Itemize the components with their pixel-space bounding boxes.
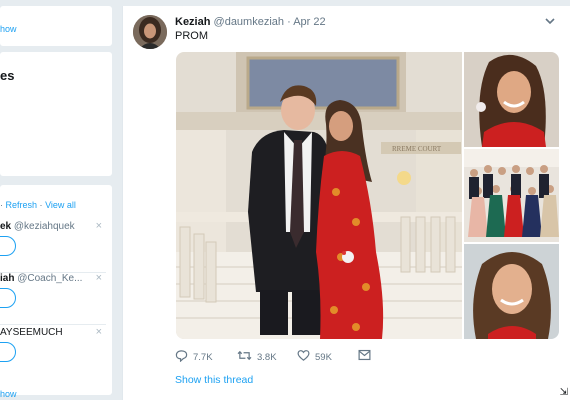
show-more-link[interactable]: how: [0, 24, 17, 34]
suggestion-name[interactable]: AYSEEMUCH: [0, 327, 63, 338]
dismiss-close-icon[interactable]: ×: [96, 326, 102, 338]
message-button[interactable]: [358, 349, 371, 364]
trends-card: es: [0, 52, 112, 176]
suggestion-name[interactable]: ek @keziahquek: [0, 221, 75, 232]
tweet-card[interactable]: Keziah @daumkeziah · Apr 22 PROM RREME C…: [122, 6, 570, 400]
photo-middle-right[interactable]: [464, 149, 559, 242]
dismiss-close-icon[interactable]: ×: [96, 220, 102, 232]
refresh-link[interactable]: Refresh: [6, 200, 38, 210]
follow-suggestion: ek @keziahquek ×: [0, 220, 112, 273]
dismiss-close-icon[interactable]: ×: [96, 272, 102, 284]
reply-count: 7.7K: [193, 351, 213, 363]
like-count: 59K: [315, 351, 332, 363]
chevron-down-icon[interactable]: [544, 14, 556, 32]
retweet-button[interactable]: 3.8K: [237, 349, 277, 365]
links-separator: ·: [39, 200, 43, 210]
follow-suggestion: iah @Coach_Ke... ×: [0, 272, 112, 325]
who-to-follow-links: · Refresh · View all: [0, 200, 76, 210]
divider: [0, 324, 106, 325]
media-grid: RREME COURT: [176, 52, 559, 339]
heart-icon: [297, 349, 310, 365]
photo-main[interactable]: RREME COURT: [176, 52, 462, 339]
tweet-date[interactable]: Apr 22: [293, 16, 325, 28]
tweet-text: PROM: [175, 30, 208, 42]
photo-top-right[interactable]: [464, 52, 559, 147]
tweet-actions: 7.7K 3.8K 59K: [175, 349, 425, 365]
follow-button[interactable]: [0, 342, 16, 362]
view-all-link[interactable]: View all: [45, 200, 76, 210]
follow-suggestion: AYSEEMUCH ×: [0, 326, 112, 379]
tweet-header: Keziah @daumkeziah · Apr 22: [175, 16, 326, 28]
show-more-link[interactable]: how: [0, 389, 17, 399]
header-separator: ·: [287, 16, 291, 28]
trends-title: es: [0, 68, 15, 83]
author-handle[interactable]: @daumkeziah: [214, 16, 284, 28]
avatar[interactable]: [133, 15, 167, 49]
like-button[interactable]: 59K: [297, 349, 332, 365]
follow-button[interactable]: [0, 236, 16, 256]
author-name[interactable]: Keziah: [175, 16, 210, 28]
photo-bottom-right[interactable]: [464, 244, 559, 339]
follow-button[interactable]: [0, 288, 16, 308]
retweet-icon: [237, 349, 252, 365]
sidebar-card-top: how: [0, 6, 112, 46]
photo-sign: RREME COURT: [392, 145, 442, 153]
reply-icon: [175, 349, 188, 365]
cursor-icon: ⇲: [559, 387, 568, 398]
show-thread-link[interactable]: Show this thread: [175, 374, 253, 386]
retweet-count: 3.8K: [257, 351, 277, 363]
links-separator: ·: [0, 200, 3, 210]
suggestion-name[interactable]: iah @Coach_Ke...: [0, 273, 82, 284]
who-to-follow-card: · Refresh · View all ek @keziahquek × ia…: [0, 185, 112, 399]
message-icon: [358, 349, 371, 364]
reply-button[interactable]: 7.7K: [175, 349, 213, 365]
